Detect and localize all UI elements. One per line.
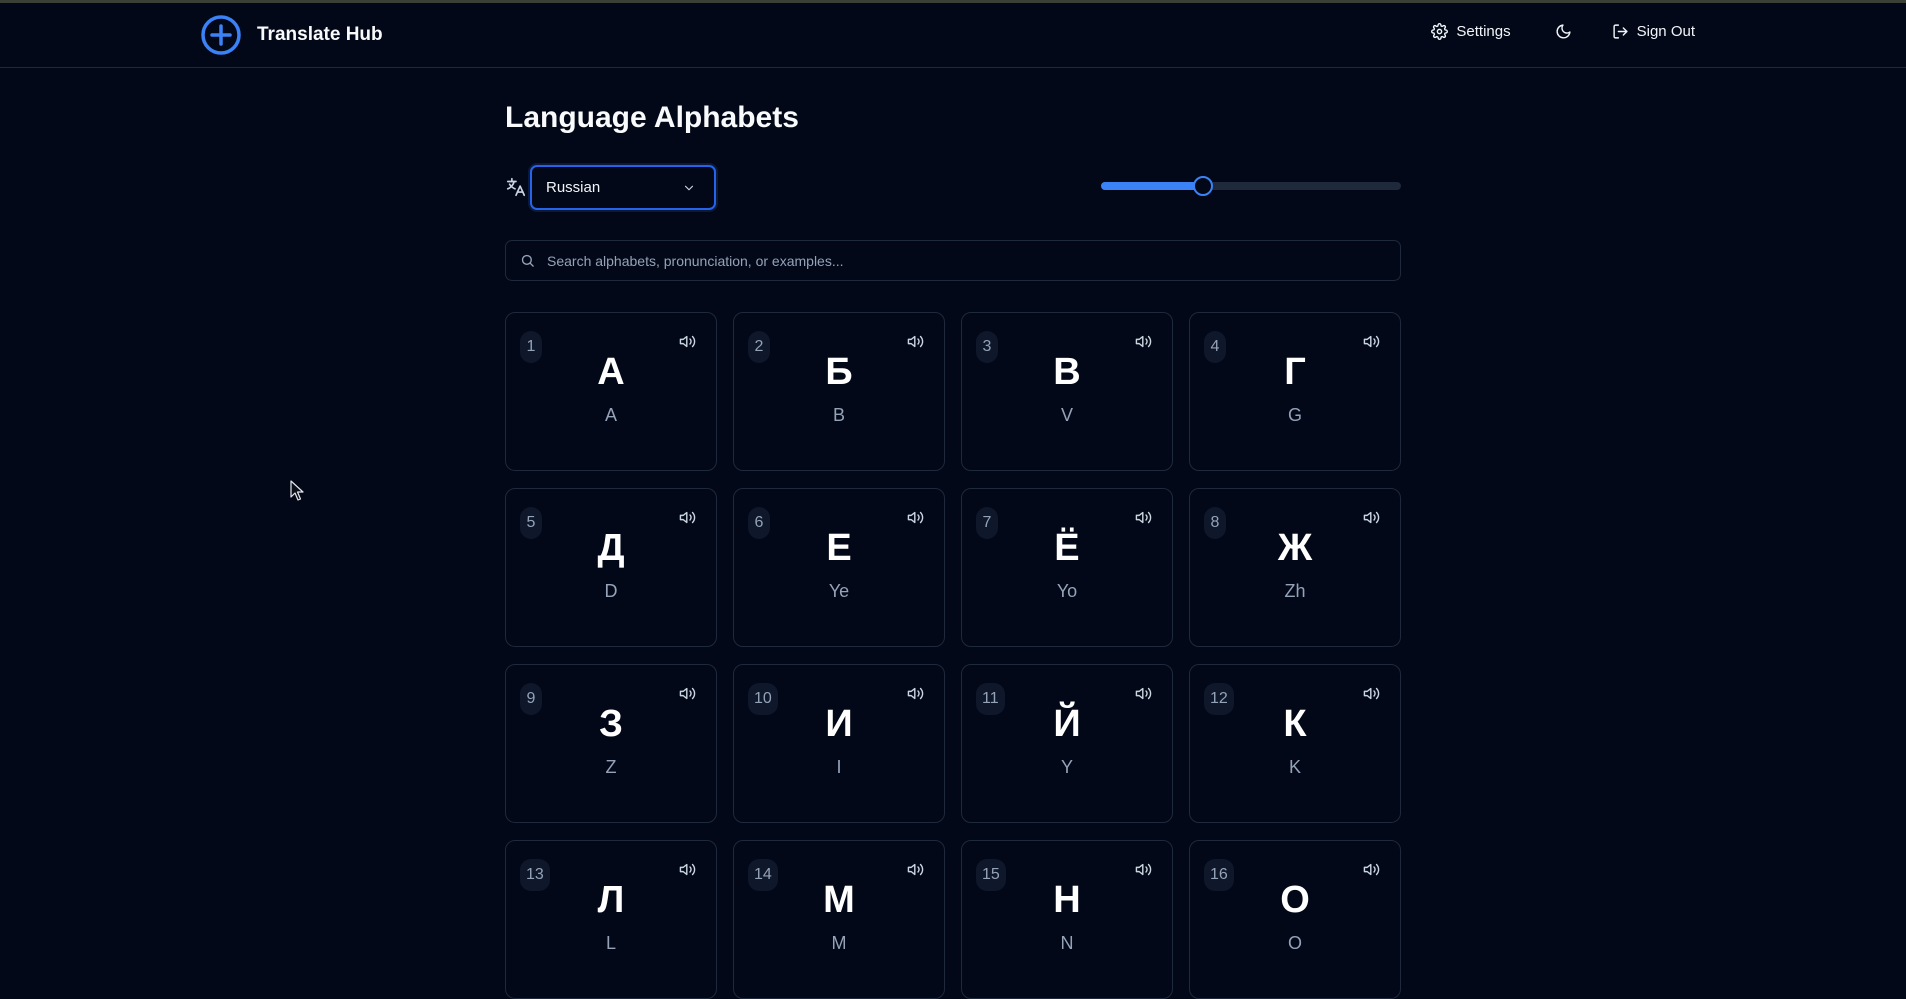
app-title: Translate Hub — [257, 24, 383, 45]
top-navbar: Translate Hub Settings Sign Out — [0, 3, 1906, 68]
letter-card[interactable]: 12 К K — [1189, 664, 1401, 823]
letter-glyph: К — [1283, 703, 1307, 745]
gear-icon — [1431, 23, 1449, 40]
speaker-icon[interactable] — [679, 509, 696, 526]
letter-glyph: М — [823, 879, 855, 921]
letter-glyph: Ж — [1277, 527, 1313, 569]
settings-button[interactable]: Settings — [1431, 23, 1511, 40]
letter-transliteration: K — [1288, 757, 1301, 777]
moon-icon — [1556, 24, 1571, 39]
plus-circle-icon — [201, 15, 241, 55]
letter-glyph: И — [825, 703, 853, 745]
language-select-value: Russian — [546, 179, 601, 196]
letter-card[interactable]: 2БB — [733, 312, 945, 471]
letter-glyph: Г — [1284, 351, 1306, 393]
speaker-icon[interactable] — [907, 861, 924, 878]
nav-actions: Settings Sign Out — [1431, 23, 1695, 40]
mouse-cursor-icon — [290, 480, 304, 501]
speaker-icon[interactable] — [1135, 861, 1152, 878]
letter-transliteration: L — [605, 933, 616, 953]
theme-toggle-button[interactable] — [1555, 23, 1572, 40]
speaker-icon[interactable] — [1363, 861, 1380, 878]
speaker-icon[interactable] — [907, 685, 924, 702]
brand[interactable]: Translate Hub — [200, 14, 383, 56]
letter-card[interactable]: 10 И I — [733, 664, 945, 823]
speaker-icon[interactable] — [679, 685, 696, 702]
letter-glyph: А — [597, 351, 625, 393]
letter-transliteration: O — [1287, 933, 1302, 953]
search-bar — [505, 240, 1401, 281]
search-icon — [521, 254, 534, 267]
letter-card[interactable]: 9ЗZ — [505, 664, 717, 823]
letter-transliteration: D — [604, 581, 618, 601]
sign-out-icon — [1613, 24, 1628, 39]
letter-transliteration: G — [1287, 405, 1302, 425]
speaker-icon[interactable] — [1363, 509, 1380, 526]
letter-glyph: Б — [825, 351, 853, 393]
letter-transliteration: B — [832, 405, 845, 425]
letter-card[interactable]: 3ВV — [961, 312, 1173, 471]
letter-glyph: О — [1280, 879, 1310, 921]
letter-glyph: З — [599, 703, 623, 745]
speaker-icon[interactable] — [679, 861, 696, 878]
letter-transliteration: Ye — [828, 581, 850, 601]
letter-card[interactable]: 11 Й Y — [961, 664, 1173, 823]
slider-fill — [1101, 182, 1203, 190]
letter-transliteration: Y — [1060, 757, 1073, 777]
letter-card[interactable]: 7 Ё Yo — [961, 488, 1173, 647]
letter-transliteration: N — [1060, 933, 1074, 953]
slider-thumb[interactable] — [1193, 176, 1213, 196]
settings-label: Settings — [1456, 23, 1511, 40]
search-input[interactable] — [547, 252, 1367, 269]
letter-transliteration: I — [836, 757, 842, 777]
speaker-icon[interactable] — [1363, 685, 1380, 702]
letter-transliteration: M — [831, 933, 847, 953]
letter-card[interactable]: 8 Ж Zh — [1189, 488, 1401, 647]
sign-out-label: Sign Out — [1636, 23, 1695, 40]
language-select[interactable]: Russian — [530, 165, 716, 210]
speaker-icon[interactable] — [907, 333, 924, 350]
letter-transliteration: Z — [605, 757, 617, 777]
speaker-icon[interactable] — [1135, 333, 1152, 350]
speaker-icon[interactable] — [907, 509, 924, 526]
letter-glyph: Ё — [1054, 527, 1080, 569]
letter-glyph: Й — [1053, 703, 1081, 745]
letter-card[interactable]: 6 Е Ye — [733, 488, 945, 647]
letter-card[interactable]: 5ДD — [505, 488, 717, 647]
letter-glyph: Д — [597, 527, 625, 569]
letter-glyph: Е — [826, 527, 852, 569]
letter-card[interactable]: 4ГG — [1189, 312, 1401, 471]
sign-out-button[interactable]: Sign Out — [1612, 23, 1695, 40]
letter-card[interactable]: 14 М M — [733, 840, 945, 999]
letter-transliteration: A — [604, 405, 617, 425]
speaker-icon[interactable] — [1363, 333, 1380, 350]
page-title: Language Alphabets — [505, 101, 799, 134]
letter-card[interactable]: 16 О O — [1189, 840, 1401, 999]
letter-transliteration: Zh — [1284, 581, 1306, 601]
alphabet-grid: 1 А A 2 Б B 3 В V 4 Г G 5 Д D 6 Е Ye 7 Ё Yo 8 Ж Zh 9 З Z 10 И I 11 Й Y 12… — [505, 312, 1401, 999]
size-slider[interactable] — [1101, 176, 1401, 196]
letter-card[interactable]: 1АA — [505, 312, 717, 471]
speaker-icon[interactable] — [679, 333, 696, 350]
chevron-down-icon — [684, 185, 694, 190]
translate-icon — [506, 177, 526, 197]
letter-glyph: Л — [597, 879, 625, 921]
letter-transliteration: V — [1060, 405, 1073, 425]
letter-card[interactable]: 13 Л L — [505, 840, 717, 999]
letter-glyph: Н — [1053, 879, 1081, 921]
speaker-icon[interactable] — [1135, 685, 1152, 702]
letter-card[interactable]: 15 Н N — [961, 840, 1173, 999]
letter-glyph: В — [1053, 351, 1081, 393]
speaker-icon[interactable] — [1135, 509, 1152, 526]
letter-transliteration: Yo — [1056, 581, 1078, 601]
